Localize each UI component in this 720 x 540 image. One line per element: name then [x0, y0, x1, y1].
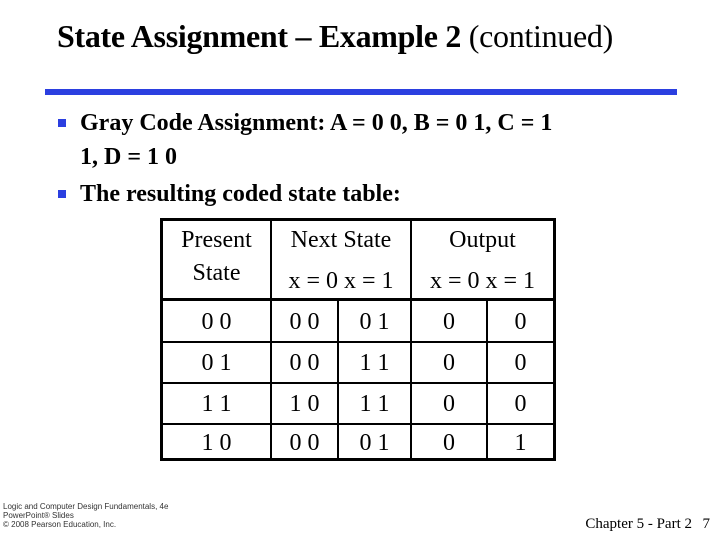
cell-out-x1: 0	[514, 391, 527, 417]
header-next-state-inputs: x = 0 x = 1	[288, 268, 394, 294]
footer-copyright: © 2008 Pearson Education, Inc.	[3, 520, 117, 529]
header-output-inputs: x = 0 x = 1	[429, 268, 536, 294]
row-divider	[163, 382, 553, 384]
slide-title: State Assignment – Example 2 (continued)	[57, 18, 613, 55]
bullet-text-line2: 1, D = 1 0	[80, 144, 178, 170]
header-present: Present	[181, 227, 252, 253]
page-number: 7	[702, 516, 711, 532]
cell-out-x1: 0	[514, 309, 527, 335]
cell-out-x0: 0	[443, 430, 455, 456]
cell-out-x0: 0	[443, 350, 455, 376]
header-output: Output	[449, 227, 516, 253]
cell-next-x1: 1 1	[359, 350, 390, 376]
bullet-text: The resulting coded state table:	[80, 181, 401, 207]
cell-next-x1: 1 1	[359, 391, 390, 417]
cell-present: 1 0	[201, 430, 232, 456]
cell-out-x1: 0	[514, 350, 527, 376]
bullet-square-icon	[58, 190, 66, 198]
footer-book-info: Logic and Computer Design Fundamentals, …	[3, 502, 168, 529]
coded-state-table: Present State Next State x = 0 x = 1 Out…	[160, 218, 556, 461]
cell-next-x1: 0 1	[359, 309, 390, 335]
cell-present: 0 0	[201, 309, 232, 335]
cell-present: 1 1	[201, 391, 232, 417]
cell-out-x0: 0	[443, 309, 455, 335]
cell-out-x0: 0	[443, 391, 455, 417]
title-divider	[45, 89, 677, 95]
cell-next-x0: 0 0	[289, 309, 320, 335]
footer-chapter: Chapter 5 - Part 2	[585, 516, 692, 532]
cell-next-x1: 0 1	[359, 430, 390, 456]
row-divider	[163, 423, 553, 425]
footer-book-title: Logic and Computer Design Fundamentals, …	[3, 502, 169, 511]
header-state: State	[192, 260, 241, 286]
cell-next-x0: 0 0	[289, 430, 320, 456]
title-main: State Assignment – Example 2	[57, 18, 462, 54]
title-suffix: (continued)	[468, 18, 614, 54]
header-next-state: Next State	[290, 227, 392, 253]
cell-next-x0: 0 0	[289, 350, 320, 376]
bullet-square-icon	[58, 119, 66, 127]
cell-present: 0 1	[201, 350, 232, 376]
cell-out-x1: 1	[514, 430, 527, 456]
bullet-text-line1: Gray Code Assignment: A = 0 0, B = 0 1, …	[80, 110, 553, 136]
header-divider	[163, 298, 553, 301]
cell-next-x0: 1 0	[289, 391, 320, 417]
footer-slides-label: PowerPoint® Slides	[3, 511, 74, 520]
row-divider	[163, 341, 553, 343]
